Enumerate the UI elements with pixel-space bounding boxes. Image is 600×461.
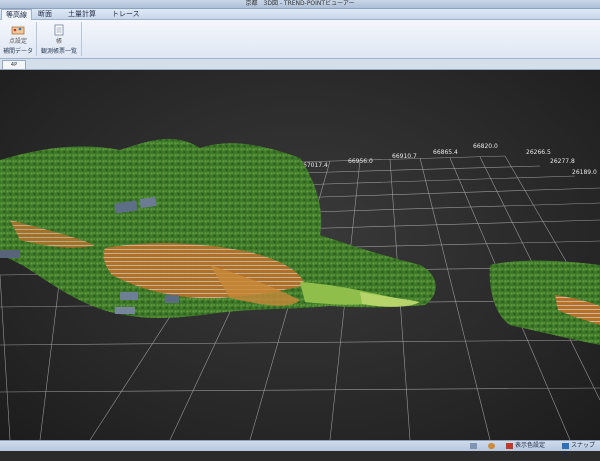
tab-contour[interactable]: 等高線 — [1, 9, 32, 20]
report-button[interactable]: 帳 — [46, 24, 72, 46]
set-point-label: 点設定 — [8, 38, 27, 45]
report-icon — [54, 24, 64, 36]
document-tab-label: 4P — [10, 62, 18, 68]
ribbon-group-interpolation: 点設定 補間データ — [0, 22, 37, 56]
coord-label: 26189.0 — [572, 169, 597, 176]
coord-label: 66865.4 — [433, 149, 458, 156]
coord-label: 26266.5 — [526, 149, 551, 156]
ribbon-group-label: 観測帳票一覧 — [40, 48, 77, 55]
coord-label: 66956.0 — [348, 158, 373, 165]
display-color-settings-label: 表示色設定 — [515, 442, 546, 449]
set-point-button[interactable]: 点設定 — [5, 24, 31, 46]
coord-label: 26277.8 — [550, 158, 575, 165]
snap-icon — [562, 442, 569, 449]
axis-coordinate-labels: 67017.4 66956.0 66910.7 66865.4 66820.0 … — [303, 143, 597, 176]
tab-earthwork[interactable]: 土量計算 — [64, 9, 100, 19]
point-cloud-scene: 67017.4 66956.0 66910.7 66865.4 66820.0 … — [0, 138, 600, 440]
coord-label: 66820.0 — [473, 143, 498, 150]
tab-trace[interactable]: トレース — [108, 9, 144, 19]
coord-label: 66910.7 — [392, 153, 417, 160]
window-title: 京都 3D図 - TREND-POINTビューアー — [245, 0, 355, 7]
status-bar: 表示色設定 スナップ設 — [0, 440, 600, 459]
report-button-label: 帳 — [55, 38, 62, 45]
point-cloud-main — [0, 138, 436, 318]
3d-point-cloud-viewport[interactable]: 67017.4 66956.0 66910.7 66865.4 66820.0 … — [0, 70, 600, 440]
coord-label: 67017.4 — [303, 162, 328, 169]
window-title-bar: 京都 3D図 - TREND-POINTビューアー — [0, 0, 600, 9]
ribbon-group-label: 補間データ — [2, 48, 33, 55]
tab-cross-section[interactable]: 断面 — [34, 9, 56, 19]
palette-icon — [506, 442, 513, 449]
document-tab[interactable]: 4P — [2, 60, 26, 70]
point-set-icon — [11, 26, 25, 35]
ribbon-tab-bar: 等高線 断面 土量計算 トレース — [0, 9, 600, 20]
ribbon-group-report-list: 帳 観測帳票一覧 — [37, 22, 82, 56]
point-cloud-right-fragment — [489, 260, 600, 345]
ribbon-panel: 点設定 補間データ 帳 観測帳票一覧 — [0, 20, 600, 59]
document-tab-strip: 4P — [0, 59, 600, 70]
